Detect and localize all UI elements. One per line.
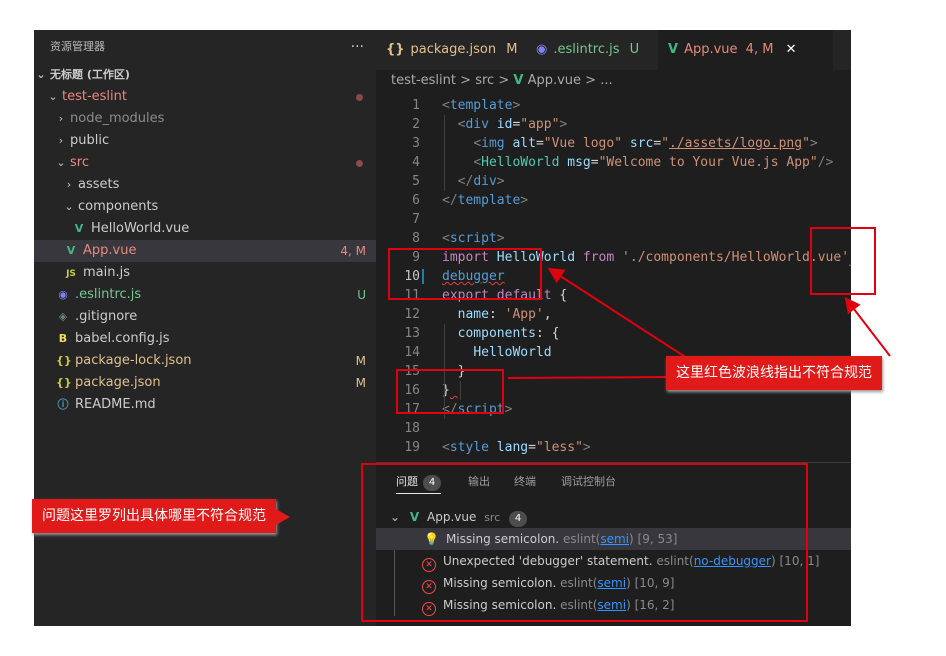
- tree-item[interactable]: › node_modules: [34, 108, 376, 130]
- tree-item-label: .eslintrc.js: [75, 287, 142, 302]
- json-icon: {}: [386, 42, 405, 57]
- chevron-down-icon: ⌄: [56, 156, 66, 169]
- tree-item-label: package-lock.json: [75, 353, 192, 368]
- code-line: 7: [412, 212, 420, 227]
- vue-icon: V: [66, 244, 76, 257]
- tab-eslintrc[interactable]: ◉ .eslintrc.js U: [526, 30, 661, 70]
- tree-item-label: App.vue: [83, 243, 137, 258]
- tree-item[interactable]: › assets: [34, 174, 376, 196]
- tab-package-json[interactable]: {} package.json M: [376, 30, 526, 70]
- more-actions-icon[interactable]: ···: [351, 30, 364, 64]
- tree-item-label: components: [78, 199, 159, 214]
- git-status-badge: M: [355, 376, 366, 390]
- git-status-badge: M: [355, 354, 366, 368]
- tab-app-vue[interactable]: V App.vue 4, M ✕: [658, 30, 833, 70]
- chevron-right-icon: ›: [66, 178, 72, 191]
- tree-item-label: HelloWorld.vue: [91, 221, 190, 236]
- eslint-icon: ◉: [536, 42, 548, 57]
- tree-item-label: public: [70, 133, 110, 148]
- annotation-box-line16: [396, 369, 504, 414]
- code-line: 19 <style lang="less">: [404, 440, 591, 455]
- annotation-callout-squiggle: 这里红色波浪线指出不符合规范: [666, 356, 882, 390]
- chevron-down-icon: ⌄: [64, 200, 74, 213]
- code-line: 18: [404, 421, 420, 436]
- workspace-row[interactable]: ⌄ 无标题 (工作区): [34, 64, 376, 86]
- tree-item[interactable]: V App.vue 4, M: [34, 240, 376, 262]
- explorer-sidebar: 资源管理器 ··· ⌄ 无标题 (工作区) ⌄ test-eslint › node_m…: [34, 30, 376, 626]
- modified-dot: [356, 94, 363, 101]
- git-status-badge: U: [357, 288, 366, 302]
- workspace-label: 无标题 (工作区): [50, 68, 130, 81]
- js-icon: JS: [66, 269, 76, 279]
- code-line: 6 </template>: [412, 193, 529, 208]
- breadcrumb-src[interactable]: src: [475, 73, 494, 88]
- code-line: 1 <template>: [412, 98, 521, 113]
- vue-icon: V: [74, 222, 84, 235]
- tree-item[interactable]: ◈ .gitignore: [34, 306, 376, 328]
- tree-item-label: test-eslint: [62, 89, 127, 104]
- code-line: 3 <img alt="Vue logo" src="./assets/logo…: [412, 136, 818, 151]
- code-line: 5 </div>: [412, 174, 505, 189]
- git-status-badge: 4, M: [340, 244, 366, 258]
- breadcrumb: test-eslint > src > V App.vue > ...: [391, 73, 613, 88]
- tree-item[interactable]: V HelloWorld.vue: [34, 218, 376, 240]
- babel-icon: B: [58, 332, 68, 345]
- code-line: 4 <HelloWorld msg="Welcome to Your Vue.j…: [412, 155, 834, 170]
- editor-tabs: {} package.json M ◉ .eslintrc.js U V App.vu…: [376, 30, 851, 70]
- vue-icon: V: [668, 42, 679, 57]
- code-line: 13 components: {: [404, 326, 560, 341]
- json-icon: {}: [56, 354, 72, 367]
- close-icon[interactable]: ✕: [786, 42, 797, 57]
- tree-item[interactable]: ⓘ README.md: [34, 394, 376, 416]
- vue-icon: V: [513, 73, 524, 88]
- json-icon: {}: [56, 376, 72, 389]
- code-line: 8 <script>: [412, 231, 505, 246]
- tree-item[interactable]: JS main.js: [34, 262, 376, 284]
- annotation-box-line9-end: [810, 227, 876, 295]
- tree-item-label: node_modules: [70, 111, 165, 126]
- annotation-callout-problems: 问题这里罗列出具体哪里不符合规范: [32, 499, 290, 533]
- code-line: 2 <div id="app">: [412, 117, 568, 132]
- tree-item[interactable]: ⌄ src: [34, 152, 376, 174]
- explorer-title: 资源管理器: [50, 40, 105, 53]
- breadcrumb-more[interactable]: ...: [600, 73, 612, 88]
- tree-item-label: README.md: [75, 397, 156, 412]
- info-icon: ⓘ: [57, 398, 69, 411]
- chevron-right-icon: ›: [58, 134, 64, 147]
- git-icon: ◈: [58, 310, 68, 323]
- annotation-box-problems: [361, 463, 808, 622]
- eslint-icon: ◉: [58, 288, 68, 301]
- explorer-header: 资源管理器 ···: [34, 30, 376, 64]
- tree-item[interactable]: {} package-lock.json M: [34, 350, 376, 372]
- tree-item-label: main.js: [83, 265, 130, 280]
- tree-item[interactable]: ◉ .eslintrc.js U: [34, 284, 376, 306]
- breadcrumb-file[interactable]: App.vue: [528, 73, 581, 88]
- tree-item-label: babel.config.js: [75, 331, 170, 346]
- tree-item[interactable]: ⌄ test-eslint: [34, 86, 376, 108]
- modified-dot: [356, 160, 363, 167]
- tree-item[interactable]: › public: [34, 130, 376, 152]
- annotation-box-debugger: [388, 248, 542, 300]
- chevron-down-icon: ⌄: [48, 90, 58, 103]
- code-line: 12 name: 'App',: [404, 307, 552, 322]
- chevron-right-icon: ›: [58, 112, 64, 125]
- tree-item-label: assets: [78, 177, 120, 192]
- file-tree: ⌄ test-eslint › node_modules › public ⌄ src › ass…: [34, 86, 376, 416]
- tree-item-label: src: [70, 155, 89, 170]
- chevron-down-icon: ⌄: [36, 68, 46, 81]
- tree-item-label: package.json: [75, 375, 161, 390]
- breadcrumb-folder[interactable]: test-eslint: [391, 73, 456, 88]
- tree-item-label: .gitignore: [75, 309, 138, 324]
- tree-item[interactable]: Bbabel.config.js: [34, 328, 376, 350]
- tree-item[interactable]: ⌄ components: [34, 196, 376, 218]
- tree-item[interactable]: {} package.json M: [34, 372, 376, 394]
